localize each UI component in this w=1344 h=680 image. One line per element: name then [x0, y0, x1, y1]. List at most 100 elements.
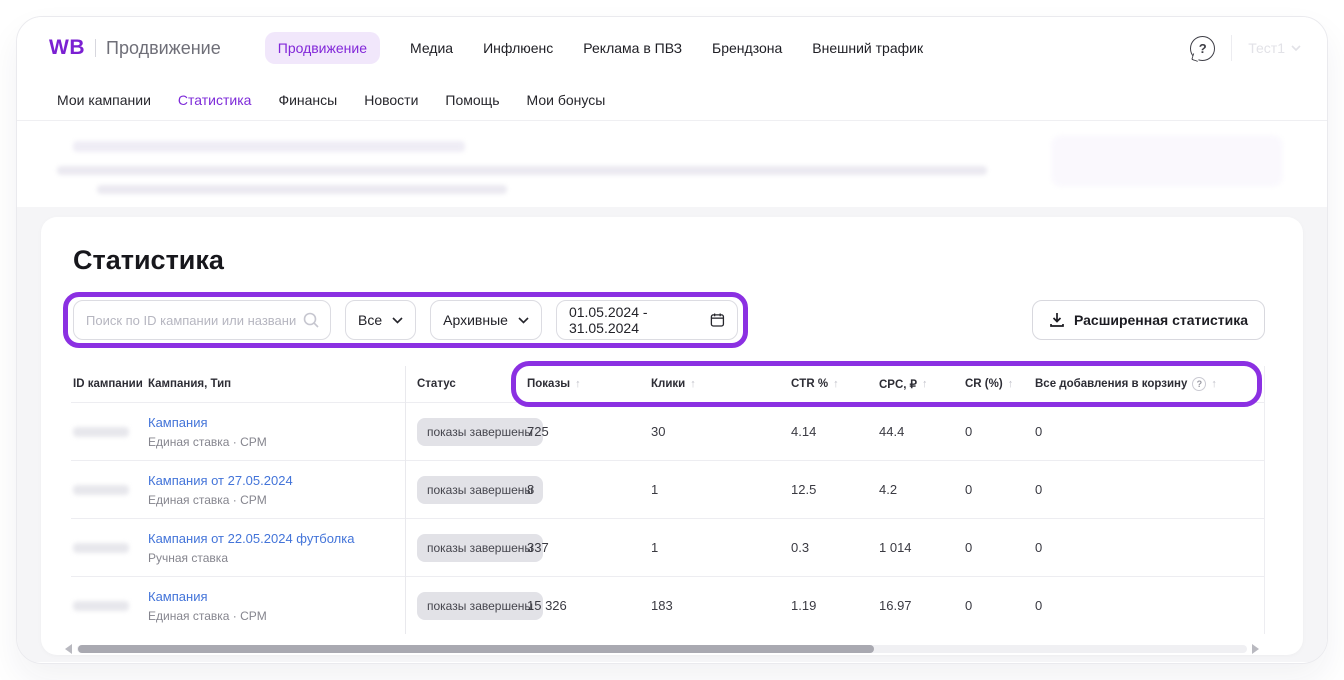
cart-value: 0 — [1035, 424, 1264, 439]
logo-divider — [95, 39, 96, 57]
campaign-id-redacted — [73, 427, 129, 437]
scrollbar-track[interactable] — [77, 645, 1247, 653]
search-icon — [302, 311, 320, 329]
nav-item-brandzona[interactable]: Брендзона — [712, 40, 782, 56]
subnav-item-moi-kampanii[interactable]: Мои кампании — [57, 92, 151, 108]
archive-filter-select[interactable]: Архивные — [430, 300, 542, 340]
cr-value: 0 — [965, 598, 1035, 613]
column-header-cpc[interactable]: CPC, ₽↑ — [879, 377, 965, 391]
statistics-card: Статистика Все — [41, 217, 1303, 655]
subnav-item-pomosh[interactable]: Помощь — [445, 92, 499, 108]
scroll-right-icon[interactable] — [1252, 644, 1259, 654]
page-title: Статистика — [73, 245, 1303, 276]
nav-item-vneshniy-trafik[interactable]: Внешний трафик — [812, 40, 923, 56]
help-circle-icon[interactable]: ? — [1192, 377, 1206, 391]
status-badge: показы завершены — [417, 534, 543, 562]
column-header-ctr[interactable]: CTR %↑ — [791, 378, 879, 390]
sort-arrow-icon: ↑ — [1008, 378, 1014, 390]
cpc-value: 44.4 — [879, 424, 965, 439]
banner-ghost-button[interactable] — [1051, 135, 1283, 187]
campaign-name-link[interactable]: Кампания — [148, 415, 407, 430]
views-value: 8 — [527, 482, 651, 497]
status-badge: показы завершены — [417, 418, 543, 446]
table-row[interactable]: Кампания от 27.05.2024 Единая ставка · CP… — [71, 460, 1264, 518]
campaign-name-link[interactable]: Кампания от 22.05.2024 футболка — [148, 531, 407, 546]
nav-item-media[interactable]: Медиа — [410, 40, 453, 56]
nav-item-reklama-pvz[interactable]: Реклама в ПВЗ — [583, 40, 682, 56]
sort-arrow-icon: ↑ — [922, 378, 928, 390]
promo-banner-ghost — [17, 121, 1327, 207]
sort-arrow-icon: ↑ — [575, 378, 581, 390]
chevron-down-icon — [518, 317, 529, 324]
campaign-name-link[interactable]: Кампания от 27.05.2024 — [148, 473, 407, 488]
column-header-cart[interactable]: Все добавления в корзину?↑ — [1035, 377, 1264, 391]
extended-stats-label: Расширенная статистика — [1074, 312, 1248, 328]
type-filter-select[interactable]: Все — [345, 300, 416, 340]
cart-value: 0 — [1035, 540, 1264, 555]
wb-logo: WB — [49, 36, 85, 60]
cr-value: 0 — [965, 482, 1035, 497]
campaign-type: Ручная ставка — [148, 551, 407, 565]
top-bar: WB Продвижение Продвижение Медиа Инфлюен… — [17, 17, 1327, 79]
column-header-cr[interactable]: CR (%)↑ — [965, 378, 1035, 390]
horizontal-scrollbar[interactable] — [65, 644, 1259, 654]
scroll-left-icon[interactable] — [65, 644, 72, 654]
divider — [1231, 35, 1232, 61]
user-name: Тест1 — [1248, 40, 1285, 56]
campaign-id-redacted — [73, 601, 129, 611]
sub-nav: Мои кампании Статистика Финансы Новости … — [17, 79, 1327, 121]
views-value: 15 326 — [527, 598, 651, 613]
main-nav: Продвижение Медиа Инфлюенс Реклама в ПВЗ… — [265, 32, 923, 64]
cpc-value: 16.97 — [879, 598, 965, 613]
page-content: Статистика Все — [17, 121, 1327, 662]
column-divider — [405, 366, 406, 634]
column-header-clicks[interactable]: Клики↑ — [651, 378, 791, 390]
archive-filter-value: Архивные — [443, 312, 508, 328]
status-badge: показы завершены — [417, 592, 543, 620]
type-filter-value: Все — [358, 312, 382, 328]
date-range-picker[interactable]: 01.05.2024 - 31.05.2024 — [556, 300, 738, 340]
campaign-type: Единая ставка · CPM — [148, 493, 407, 507]
campaign-name-link[interactable]: Кампания — [148, 589, 407, 604]
column-header-id: ID кампании — [73, 378, 148, 390]
extended-stats-button[interactable]: Расширенная статистика — [1032, 300, 1265, 340]
sort-arrow-icon: ↑ — [1211, 378, 1217, 390]
views-value: 337 — [527, 540, 651, 555]
top-bar-right: ? Тест1 — [1190, 35, 1301, 61]
sort-arrow-icon: ↑ — [833, 378, 839, 390]
ctr-value: 1.19 — [791, 598, 879, 613]
calendar-icon — [710, 312, 725, 328]
campaigns-table: ID кампании Кампания, Тип Статус Показы↑… — [71, 366, 1265, 634]
help-icon[interactable]: ? — [1190, 36, 1215, 61]
table-row[interactable]: КампанияЕдиная ставка · CPM показы завер… — [71, 576, 1264, 634]
table-header: ID кампании Кампания, Тип Статус Показы↑… — [71, 366, 1264, 402]
column-header-campaign: Кампания, Тип — [148, 378, 407, 390]
nav-item-prodvizhenie[interactable]: Продвижение — [265, 32, 380, 64]
status-badge: показы завершены — [417, 476, 543, 504]
column-header-status: Статус — [407, 378, 527, 390]
clicks-value: 1 — [651, 482, 791, 497]
ctr-value: 0.3 — [791, 540, 879, 555]
cpc-value: 4.2 — [879, 482, 965, 497]
campaign-type: Единая ставка · CPM — [148, 435, 407, 449]
search-input[interactable] — [86, 313, 296, 328]
ctr-value: 4.14 — [791, 424, 879, 439]
filter-row: Все Архивные 01.05.2024 - 31.05.2024 — [73, 300, 1265, 340]
column-header-views[interactable]: Показы↑ — [527, 378, 651, 390]
user-menu[interactable]: Тест1 — [1248, 40, 1301, 56]
cr-value: 0 — [965, 540, 1035, 555]
sort-arrow-icon: ↑ — [690, 378, 696, 390]
subnav-item-finansy[interactable]: Финансы — [278, 92, 337, 108]
subnav-item-moi-bonusy[interactable]: Мои бонусы — [527, 92, 606, 108]
campaign-id-redacted — [73, 543, 129, 553]
brand-logo[interactable]: WB Продвижение — [49, 36, 221, 60]
campaign-id-redacted — [73, 485, 129, 495]
clicks-value: 183 — [651, 598, 791, 613]
subnav-item-statistika[interactable]: Статистика — [178, 92, 252, 108]
nav-item-influence[interactable]: Инфлюенс — [483, 40, 553, 56]
subnav-item-novosti[interactable]: Новости — [364, 92, 418, 108]
table-row[interactable]: Кампания от 22.05.2024 футболка Ручная ст… — [71, 518, 1264, 576]
clicks-value: 30 — [651, 424, 791, 439]
table-row[interactable]: Кампания Единая ставка · CPM показы завер… — [71, 402, 1264, 460]
scrollbar-thumb[interactable] — [78, 645, 874, 653]
